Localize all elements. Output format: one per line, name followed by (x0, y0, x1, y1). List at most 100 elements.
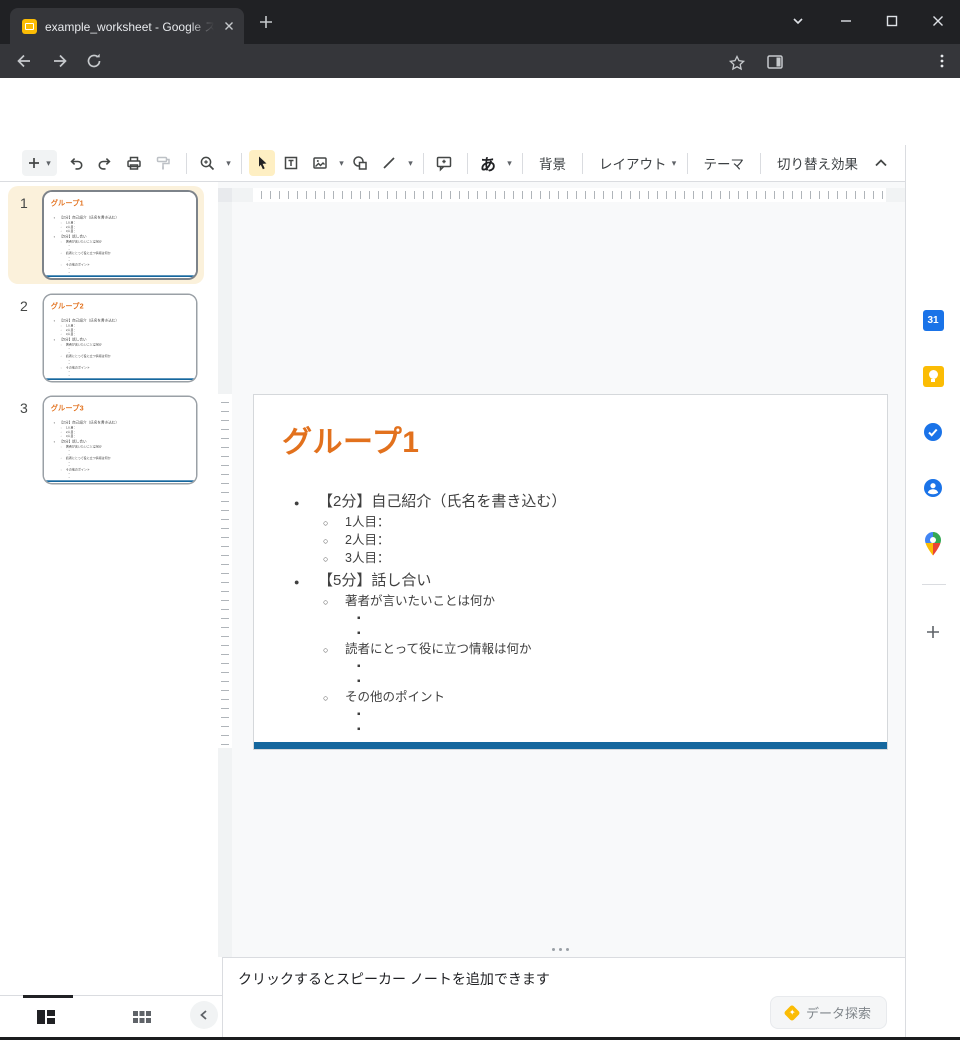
window-maximize-button[interactable] (876, 6, 908, 36)
bullet-item-level-2[interactable]: 3人目： (44, 229, 194, 233)
slide-title[interactable]: グループ3 (51, 402, 84, 413)
notes-drag-handle[interactable] (552, 948, 569, 951)
slide-body[interactable]: 【2分】自己紹介（氏名を書き込む）1人目：2人目：3人目：【5分】話し合い著者が… (44, 215, 194, 277)
slide-accent-bar (44, 378, 196, 380)
layout-button[interactable]: レイアウト (590, 153, 669, 173)
contacts-icon[interactable] (921, 475, 945, 501)
slide-content: グループ3 【2分】自己紹介（氏名を書き込む）1人目：2人目：3人目：【5分】話し… (44, 397, 196, 482)
horizontal-ruler (218, 188, 905, 202)
zoom-button[interactable] (194, 150, 220, 176)
forward-icon[interactable] (48, 49, 72, 73)
new-slide-button[interactable]: ▾ (22, 150, 57, 176)
bullet-item-level-1[interactable]: 【5分】話し合い (254, 570, 879, 593)
bullet-item-level-2[interactable]: 読者にとって役に立つ情報は何か (254, 641, 879, 659)
bullet-item-level-3[interactable] (254, 659, 879, 674)
slide-number: 2 (20, 298, 28, 314)
slide-accent-bar (44, 480, 196, 482)
slide-content: グループ1 【2分】自己紹介（氏名を書き込む）1人目：2人目：3人目： 【5分】話し… (254, 395, 887, 749)
browser-menu-icon[interactable] (930, 49, 954, 73)
slide-body[interactable]: 【2分】自己紹介（氏名を書き込む）1人目：2人目：3人目：【5分】話し合い著者が… (44, 420, 194, 482)
explore-icon: ✦ (783, 1004, 800, 1021)
toolbar-collapse-icon[interactable] (871, 153, 891, 173)
paint-format-button[interactable] (150, 150, 176, 176)
slide-content: グループ1 【2分】自己紹介（氏名を書き込む）1人目：2人目：3人目：【5分】話し… (44, 192, 196, 277)
browser-tab[interactable]: example_worksheet - Google スラ (10, 8, 244, 44)
bullet-item-level-1[interactable]: 【2分】自己紹介（氏名を書き込む） (254, 491, 879, 514)
slide-content: グループ2 【2分】自己紹介（氏名を書き込む）1人目：2人目：3人目：【5分】話し… (44, 295, 196, 380)
transition-button[interactable]: 切り替え効果 (768, 153, 867, 173)
line-caret-icon[interactable]: ▾ (405, 158, 416, 169)
browser-navbar: docs.google.com/presentation/d/ シークレット (… (0, 44, 960, 78)
image-caret-icon[interactable]: ▾ (336, 158, 347, 169)
slide-body[interactable]: 【2分】自己紹介（氏名を書き込む）1人目：2人目：3人目：【5分】話し合い著者が… (44, 318, 194, 380)
slide-title[interactable]: グループ1 (51, 197, 84, 208)
bullet-item-level-2[interactable]: 1人目： (254, 514, 879, 532)
bullet-item-level-2[interactable]: 著者が言いたいことは何か (254, 593, 879, 611)
bookmark-star-icon[interactable] (725, 51, 749, 75)
bullet-item-level-3[interactable] (254, 611, 879, 626)
grid-view-icon[interactable] (132, 1009, 152, 1025)
speaker-notes-placeholder[interactable]: クリックするとスピーカー ノートを追加できます (238, 969, 550, 989)
window-chevron-button[interactable] (782, 6, 814, 36)
bullet-item-level-3[interactable] (254, 707, 879, 722)
collapse-filmstrip-icon[interactable] (190, 1001, 218, 1029)
bullet-item-level-2[interactable]: 2人目： (254, 532, 879, 550)
bullet-item-level-2[interactable]: 3人目： (254, 550, 879, 568)
layout-caret-icon[interactable]: ▾ (669, 158, 680, 169)
reload-icon[interactable] (82, 49, 106, 73)
filmstrip-panel: 1 グループ1 【2分】自己紹介（氏名を書き込む）1人目：2人目：3人目：【5分】話… (0, 182, 218, 995)
bullet-item-level-3[interactable] (254, 626, 879, 641)
keep-icon[interactable] (921, 363, 945, 389)
slide-number: 1 (20, 195, 28, 211)
new-slide-caret-icon[interactable]: ▾ (43, 158, 54, 169)
back-icon[interactable] (12, 49, 36, 73)
speaker-notes[interactable]: クリックするとスピーカー ノートを追加できます ✦ データ探索 (222, 957, 905, 1037)
maps-icon[interactable] (921, 531, 945, 557)
bullet-item-level-2[interactable]: その他のポイント (254, 689, 879, 707)
slide-accent-bar (44, 275, 196, 277)
print-button[interactable] (121, 150, 147, 176)
text-box-button[interactable] (278, 150, 304, 176)
slide-thumbnail-3[interactable]: グループ3 【2分】自己紹介（氏名を書き込む）1人目：2人目：3人目：【5分】話し… (44, 397, 196, 483)
slide-number: 3 (20, 400, 28, 416)
theme-button[interactable]: テーマ (695, 153, 754, 173)
window-minimize-button[interactable] (830, 6, 862, 36)
insert-line-button[interactable] (376, 150, 402, 176)
slide-thumbnail-1[interactable]: グループ1 【2分】自己紹介（氏名を書き込む）1人目：2人目：3人目：【5分】話し… (44, 192, 196, 278)
bottom-view-bar (0, 995, 222, 1037)
bullet-item-level-3[interactable] (254, 722, 879, 737)
slide-title[interactable]: グループ1 (282, 417, 419, 461)
zoom-caret-icon[interactable]: ▾ (223, 158, 234, 169)
side-panel: 31 (905, 145, 960, 1040)
bullet-item-level-2[interactable]: 3人目： (44, 434, 194, 438)
slide-canvas[interactable]: グループ1 【2分】自己紹介（氏名を書き込む）1人目：2人目：3人目： 【5分】話し… (218, 182, 905, 957)
text-format-tool[interactable]: あ (475, 150, 501, 176)
undo-button[interactable] (63, 150, 89, 176)
slide-thumbnail-2[interactable]: グループ2 【2分】自己紹介（氏名を書き込む）1人目：2人目：3人目：【5分】話し… (44, 295, 196, 381)
explore-button[interactable]: ✦ データ探索 (770, 996, 887, 1029)
window-close-button[interactable] (922, 6, 954, 36)
tab-close-icon[interactable] (222, 19, 236, 33)
slide-editor[interactable]: グループ1 【2分】自己紹介（氏名を書き込む）1人目：2人目：3人目： 【5分】話し… (253, 394, 888, 750)
bullet-item-level-2[interactable]: 3人目： (44, 332, 194, 336)
tasks-icon[interactable] (921, 419, 945, 445)
insert-shape-button[interactable] (347, 150, 373, 176)
select-tool-button[interactable] (249, 150, 275, 176)
filmstrip-view-icon[interactable] (36, 1008, 56, 1026)
new-tab-button[interactable] (258, 14, 274, 30)
redo-button[interactable] (92, 150, 118, 176)
slide-title[interactable]: グループ2 (51, 300, 84, 311)
explore-label: データ探索 (806, 1003, 871, 1022)
side-panel-icon[interactable] (763, 50, 787, 74)
bullet-item-level-3[interactable] (254, 674, 879, 689)
insert-comment-button[interactable] (431, 150, 457, 176)
calendar-icon[interactable]: 31 (921, 307, 945, 333)
ruler-corner (218, 188, 232, 202)
add-addon-icon[interactable] (921, 619, 945, 645)
slides-favicon-icon (22, 19, 37, 34)
slide-body[interactable]: 【2分】自己紹介（氏名を書き込む）1人目：2人目：3人目： 【5分】話し合い著者が… (254, 489, 879, 749)
text-format-caret-icon[interactable]: ▾ (504, 158, 515, 169)
toolbar: ▾ ▾ ▾ (0, 145, 905, 182)
insert-image-button[interactable] (307, 150, 333, 176)
background-button[interactable]: 背景 (530, 153, 575, 173)
